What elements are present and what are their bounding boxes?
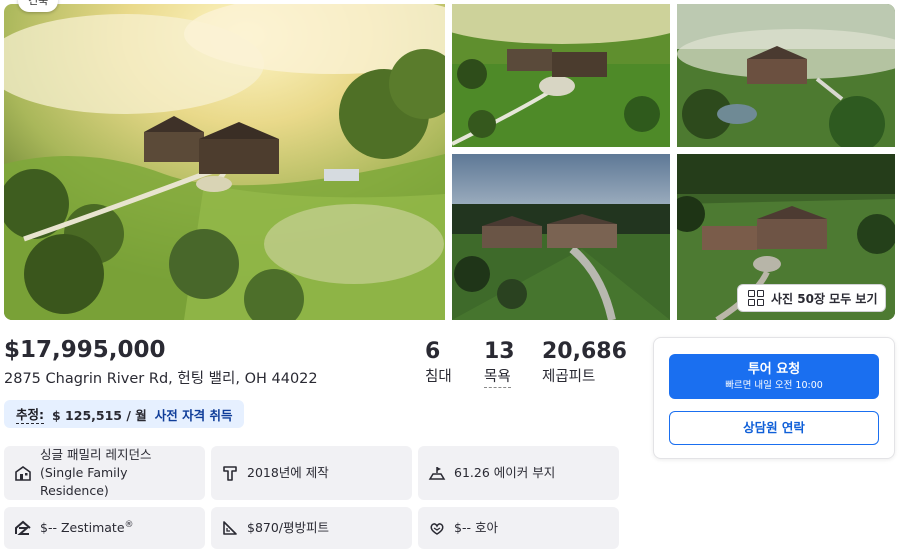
registered-mark: ® <box>124 519 134 530</box>
fact-price-per-sqft: $870/평방피트 <box>211 507 412 549</box>
fact-home-type-text: 싱글 패밀리 레지던스 (Single Family Residence) <box>40 447 152 498</box>
beds-value: 6 <box>425 339 441 364</box>
request-tour-subtext: 빠르면 내일 오전 10:00 <box>725 380 823 391</box>
ruler-icon <box>221 519 239 537</box>
photo-gallery: 건축 사진 50장 모두 보기 <box>4 0 895 320</box>
house-icon <box>14 464 32 482</box>
fact-lot-size-text: 61.26 에이커 부지 <box>454 465 556 480</box>
baths-stat[interactable]: 13 목욕 <box>484 338 515 388</box>
sqft-value: 20,686 <box>542 339 627 364</box>
photo-badge: 건축 <box>18 0 59 12</box>
fact-hoa: $-- 호아 <box>418 507 619 549</box>
hoa-icon <box>428 519 446 537</box>
view-all-photos-button[interactable]: 사진 50장 모두 보기 <box>737 284 886 312</box>
photo-3[interactable] <box>677 4 895 147</box>
estimate-amount: $ 125,515 / 월 <box>52 407 147 423</box>
photo-2[interactable] <box>452 4 670 147</box>
lot-icon <box>428 464 446 482</box>
view-all-photos-label: 사진 50장 모두 보기 <box>771 291 878 306</box>
photo-4[interactable] <box>452 154 670 320</box>
fact-lot-size: 61.26 에이커 부지 <box>418 446 619 500</box>
fact-home-type: 싱글 패밀리 레지던스 (Single Family Residence) <box>4 446 205 500</box>
beds-stat: 6 침대 <box>425 338 452 387</box>
grid-icon <box>748 290 764 306</box>
baths-unit[interactable]: 목욕 <box>484 367 511 388</box>
sqft-stat: 20,686 제곱피트 <box>542 338 627 387</box>
hammer-icon <box>221 464 239 482</box>
fact-zestimate-text: $-- Zestimate <box>40 520 125 535</box>
listing-address: 2875 Chagrin River Rd, 헌팅 밸리, OH 44022 <box>4 371 318 387</box>
payment-estimate: 추정: $ 125,515 / 월 사전 자격 취득 <box>4 400 245 428</box>
contact-card: 투어 요청 빠르면 내일 오전 10:00 상담원 연락 <box>653 337 895 459</box>
request-tour-button[interactable]: 투어 요청 빠르면 내일 오전 10:00 <box>669 354 879 399</box>
estimate-label[interactable]: 추정: <box>16 404 44 424</box>
prequalify-link[interactable]: 사전 자격 취득 <box>155 405 233 424</box>
listing-price: $17,995,000 <box>4 337 166 363</box>
fact-year-built-text: 2018년에 제작 <box>247 465 329 480</box>
contact-agent-button[interactable]: 상담원 연락 <box>669 411 879 445</box>
fact-year-built: 2018년에 제작 <box>211 446 412 500</box>
fact-price-per-sqft-text: $870/평방피트 <box>247 520 330 535</box>
baths-value: 13 <box>484 339 515 364</box>
sqft-unit: 제곱피트 <box>542 369 596 385</box>
fact-zestimate[interactable]: $-- Zestimate® <box>4 507 205 549</box>
fact-hoa-text: $-- 호아 <box>454 520 498 535</box>
request-tour-label: 투어 요청 <box>747 362 801 377</box>
main-photo[interactable] <box>4 4 445 320</box>
beds-unit: 침대 <box>425 369 452 385</box>
zestimate-icon <box>14 519 32 537</box>
